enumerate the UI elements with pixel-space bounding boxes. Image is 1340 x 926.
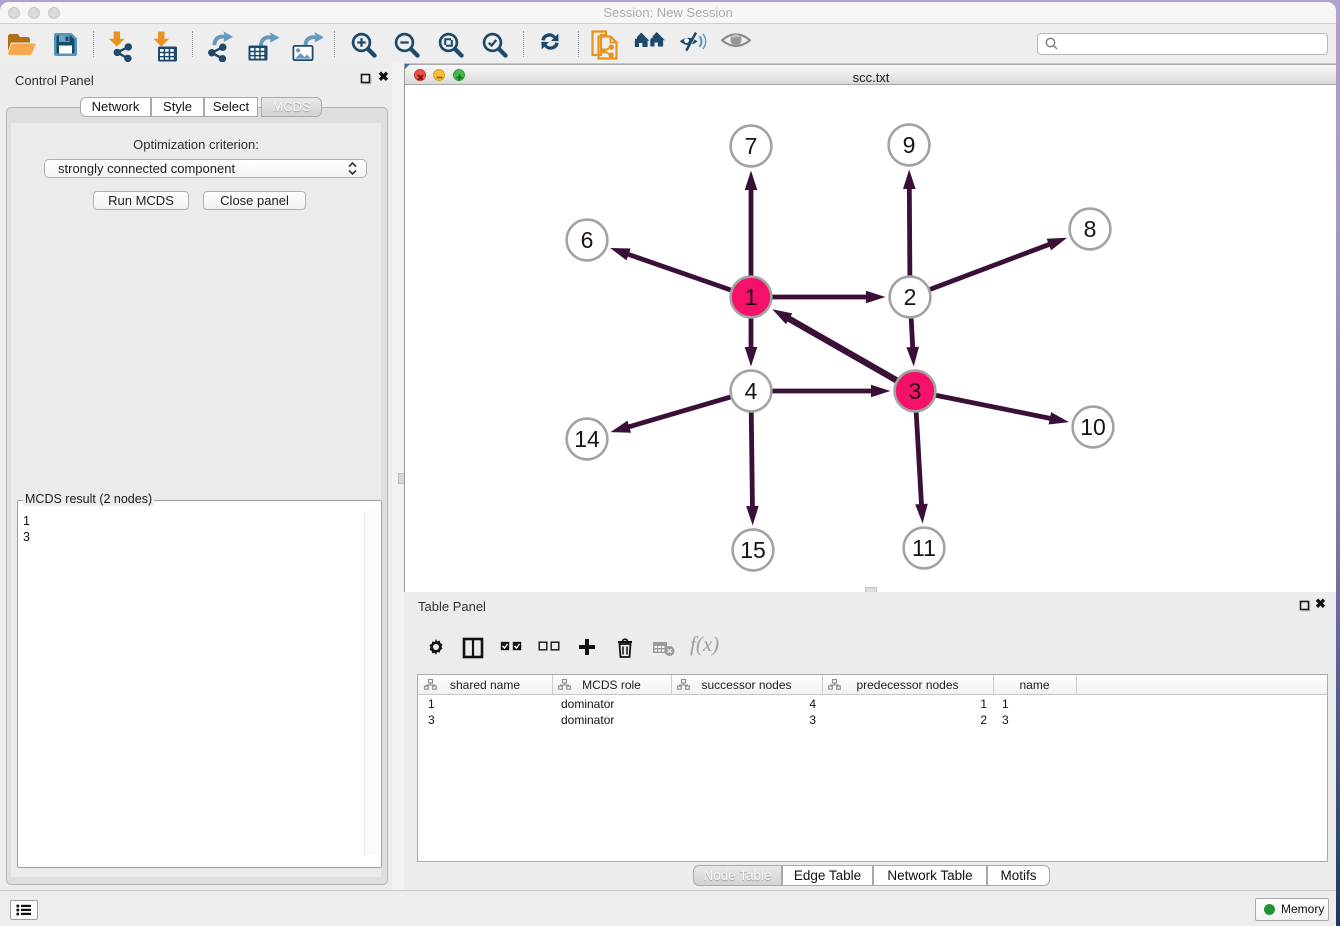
svg-text:4: 4 (745, 378, 758, 404)
svg-text:11: 11 (912, 535, 936, 561)
svg-text:2: 2 (904, 284, 917, 310)
svg-text:6: 6 (581, 227, 594, 253)
svg-text:8: 8 (1084, 216, 1097, 242)
svg-text:10: 10 (1080, 414, 1106, 440)
svg-text:7: 7 (745, 133, 758, 159)
svg-text:3: 3 (909, 378, 922, 404)
svg-text:1: 1 (745, 284, 758, 310)
svg-text:14: 14 (574, 426, 600, 452)
svg-text:15: 15 (740, 537, 766, 563)
svg-text:9: 9 (903, 132, 916, 158)
